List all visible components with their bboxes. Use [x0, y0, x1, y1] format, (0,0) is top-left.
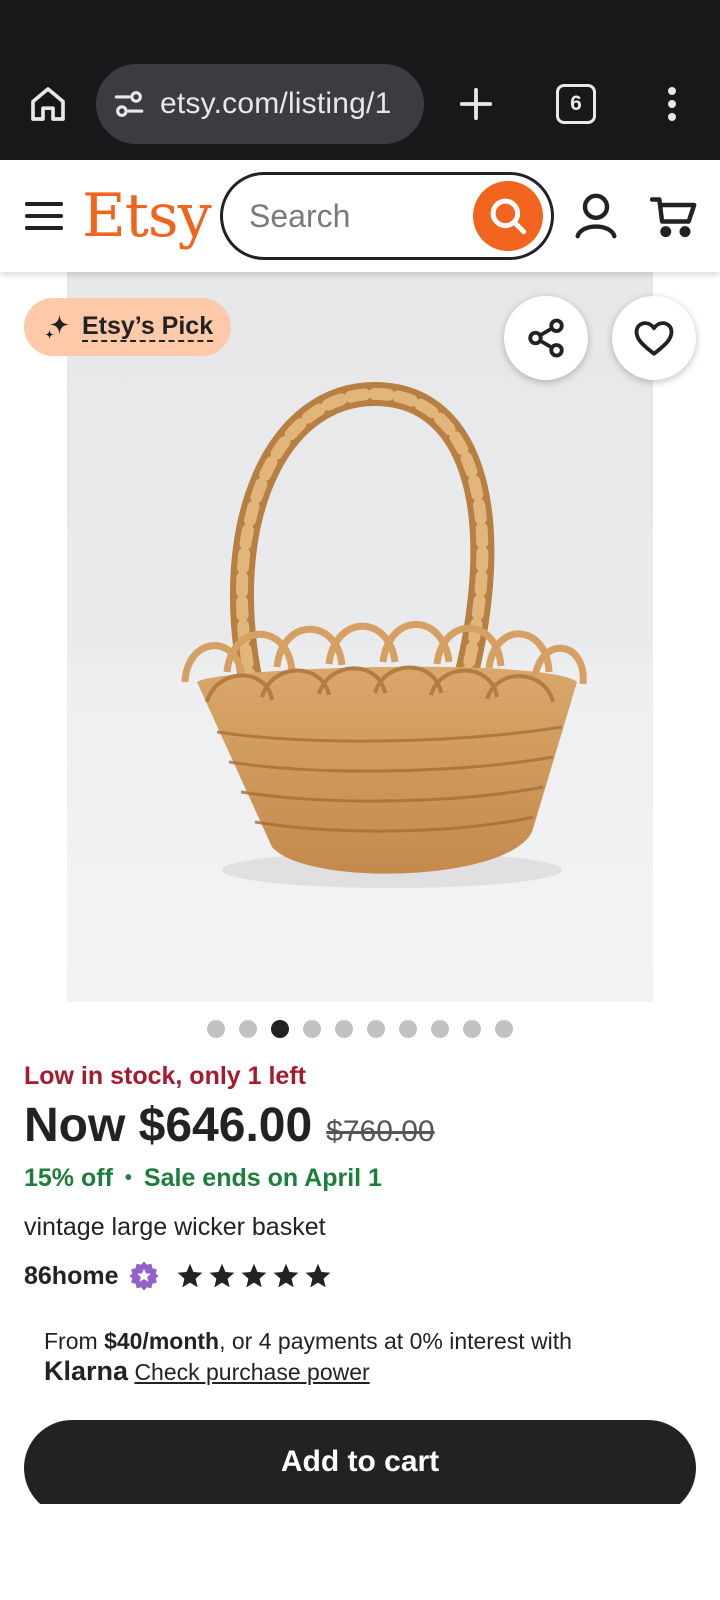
stock-notice: Low in stock, only 1 left — [24, 1062, 306, 1090]
etsys-pick-label: Etsy’s Pick — [82, 312, 214, 342]
sale-info: 15% off • Sale ends on April 1 — [24, 1164, 382, 1193]
search-input[interactable] — [249, 175, 459, 257]
favorite-button[interactable] — [612, 296, 696, 380]
carousel-dot[interactable] — [303, 1020, 321, 1038]
wicker-basket-image — [181, 381, 587, 888]
price-row: Now $646.00 $760.00 — [24, 1098, 435, 1153]
carousel-dot[interactable] — [335, 1020, 353, 1038]
carousel-dot[interactable] — [495, 1020, 513, 1038]
rating-stars[interactable] — [176, 1262, 332, 1290]
star-icon — [242, 1263, 267, 1288]
star-icon — [274, 1263, 299, 1288]
share-button[interactable] — [504, 296, 588, 380]
etsys-pick-badge[interactable]: Etsy’s Pick — [24, 298, 232, 356]
check-purchase-power-link[interactable]: Check purchase power — [134, 1359, 369, 1385]
carousel-dot[interactable] — [367, 1020, 385, 1038]
klarna-amount: $40/month — [104, 1328, 220, 1354]
carousel-dot[interactable] — [271, 1020, 289, 1038]
new-tab-icon[interactable] — [452, 80, 500, 128]
search-bar[interactable] — [220, 172, 554, 260]
carousel-dot[interactable] — [431, 1020, 449, 1038]
discount-label: 15% off — [24, 1164, 113, 1192]
sale-end-label: Sale ends on April 1 — [143, 1164, 382, 1192]
url-text: etsy.com/listing/1 — [160, 87, 392, 120]
klarna-line-1: From $40/month, or 4 payments at 0% inte… — [44, 1326, 694, 1356]
star-icon — [306, 1263, 331, 1288]
star-icon — [178, 1263, 203, 1288]
separator-dot: • — [124, 1167, 132, 1189]
search-icon — [490, 198, 527, 235]
shop-row: 86home — [24, 1260, 332, 1292]
sparkle-icon — [44, 314, 70, 340]
carousel-dot[interactable] — [399, 1020, 417, 1038]
carousel-dot[interactable] — [207, 1020, 225, 1038]
share-icon — [528, 318, 564, 358]
search-button[interactable] — [473, 181, 543, 251]
product-photo[interactable] — [67, 272, 653, 1002]
carousel-dot[interactable] — [239, 1020, 257, 1038]
klarna-prefix: From — [44, 1328, 105, 1354]
carousel-indicator — [0, 1020, 720, 1038]
product-gallery[interactable]: Etsy’s Pick — [0, 272, 720, 1002]
klarna-line-2: Klarna Check purchase power — [44, 1356, 694, 1387]
add-to-cart-container: Add to cart — [24, 1420, 696, 1504]
site-settings-icon[interactable] — [112, 87, 146, 121]
carousel-dot[interactable] — [463, 1020, 481, 1038]
cart-icon[interactable] — [649, 194, 698, 238]
add-to-cart-button[interactable]: Add to cart — [24, 1420, 696, 1504]
tab-count: 6 — [570, 92, 582, 115]
tab-switcher-icon[interactable]: 6 — [556, 84, 596, 124]
klarna-financing: From $40/month, or 4 payments at 0% inte… — [44, 1326, 694, 1387]
current-price: Now $646.00 — [24, 1099, 313, 1152]
site-header: Etsy — [0, 160, 720, 272]
star-seller-icon — [129, 1261, 160, 1291]
klarna-logo: Klarna — [44, 1356, 129, 1386]
overflow-menu-icon[interactable] — [656, 80, 688, 128]
star-icon — [210, 1263, 235, 1288]
home-icon[interactable] — [24, 80, 72, 128]
browser-toolbar: etsy.com/listing/1 6 — [0, 0, 720, 160]
klarna-suffix: , or 4 payments at 0% interest with — [219, 1328, 572, 1354]
menu-icon[interactable] — [24, 198, 64, 234]
etsy-logo[interactable]: Etsy — [82, 182, 212, 250]
address-bar[interactable]: etsy.com/listing/1 — [96, 64, 424, 144]
product-title: vintage large wicker basket — [24, 1213, 326, 1241]
original-price: $760.00 — [326, 1115, 435, 1148]
heart-icon — [634, 321, 674, 356]
account-icon[interactable] — [574, 192, 618, 240]
shop-name-link[interactable]: 86home — [24, 1262, 118, 1291]
